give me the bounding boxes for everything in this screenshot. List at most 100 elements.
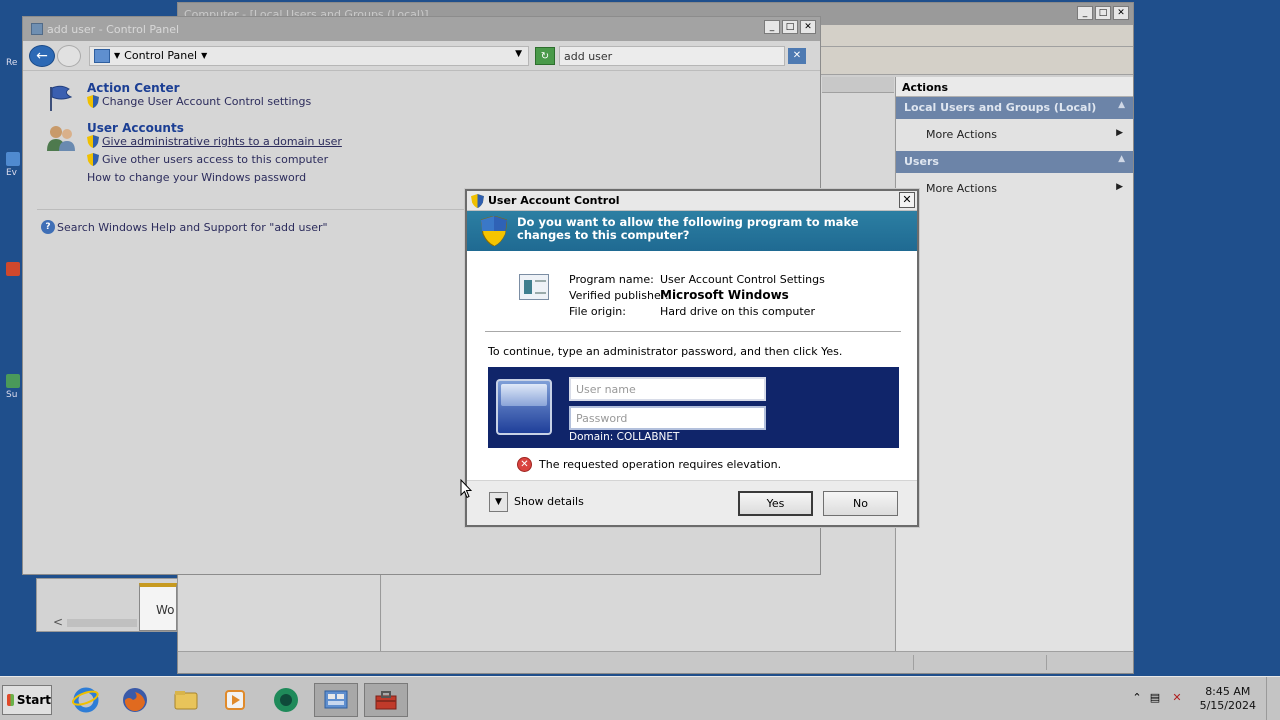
user-accounts-heading[interactable]: User Accounts [87, 121, 184, 135]
notification-area: ⌃ ▤ ✕ 8:45 AM 5/15/2024 [1130, 677, 1280, 720]
show-details-toggle[interactable]: ▼ [489, 492, 508, 512]
document-thumbnail[interactable]: Wo [139, 583, 177, 631]
link-label: Give other users access to this computer [102, 153, 329, 166]
start-label: Start [16, 693, 51, 707]
minimize-button[interactable]: _ [764, 20, 780, 34]
taskbar-app-ie[interactable] [64, 683, 108, 717]
uac-shield-icon [87, 95, 99, 108]
section-label: Local Users and Groups (Local) [904, 101, 1097, 114]
maximize-button[interactable]: □ [782, 20, 798, 34]
taskbar-app-green[interactable] [264, 683, 308, 717]
link-label: How to change your Windows password [87, 171, 307, 184]
collapse-icon: ▲ [1118, 100, 1125, 110]
start-button[interactable]: Start [2, 685, 52, 715]
horizontal-scrollbar[interactable] [67, 619, 137, 627]
publisher-value: Microsoft Windows [660, 288, 789, 302]
close-button[interactable]: ✕ [899, 192, 915, 208]
search-help-link[interactable]: ? Search Windows Help and Support for "a… [41, 220, 328, 234]
clear-search-icon[interactable]: ✕ [788, 47, 806, 64]
username-field[interactable] [569, 377, 766, 401]
firefox-icon [123, 688, 147, 712]
actions-section-users[interactable]: Users ▲ [896, 151, 1133, 173]
chevron-right-icon: ▶ [1116, 182, 1123, 192]
result-group-action-center: Action Center Change User Account Contro… [41, 81, 820, 121]
link-label: Change User Account Control settings [102, 95, 312, 108]
toolbox-icon [375, 691, 397, 710]
windows-flag-icon [7, 694, 14, 706]
control-panel-icon [324, 690, 348, 709]
event-viewer-icon [6, 152, 20, 166]
background-window[interactable]: < Wo [36, 578, 178, 632]
give-admin-rights-link[interactable]: Give administrative rights to a domain u… [87, 135, 342, 148]
help-icon: ? [41, 220, 55, 234]
address-dropdown-icon[interactable]: ▼ [515, 49, 522, 59]
scroll-left-icon[interactable]: < [53, 615, 63, 629]
uac-dialog[interactable]: User Account Control ✕ Do you want to al… [465, 189, 919, 527]
control-panel-icon [31, 23, 43, 35]
uac-shield-icon [471, 193, 484, 208]
link-label: Give administrative rights to a domain u… [102, 135, 342, 148]
taskbar-app-toolbox[interactable] [364, 683, 408, 717]
show-desktop-button[interactable] [1266, 677, 1280, 720]
credential-tile-panel: Domain: COLLABNET [488, 367, 899, 448]
give-other-users-access-link[interactable]: Give other users access to this computer [87, 153, 328, 166]
action-center-flag-icon [50, 85, 73, 111]
program-info: Program name: User Account Control Setti… [467, 251, 917, 333]
close-button[interactable]: ✕ [1113, 6, 1129, 20]
no-button[interactable]: No [823, 491, 898, 516]
actions-section-local-users[interactable]: Local Users and Groups (Local) ▲ [896, 97, 1133, 119]
network-icon[interactable]: ▤ [1148, 691, 1162, 705]
file-origin-value: Hard drive on this computer [660, 305, 815, 318]
cp-title-bar[interactable]: add user - Control Panel _ □ ✕ [23, 17, 820, 41]
taskbar-app-firefox[interactable] [113, 683, 157, 717]
taskbar-app-control-panel[interactable] [314, 683, 358, 717]
change-password-help-link[interactable]: How to change your Windows password [87, 171, 306, 184]
taskbar-app-explorer[interactable] [164, 683, 208, 717]
maximize-button[interactable]: □ [1095, 6, 1111, 20]
refresh-button[interactable]: ↻ [535, 46, 555, 65]
address-bar[interactable]: ▼ Control Panel ▼ ▼ [89, 45, 529, 66]
error-icon: ✕ [517, 457, 532, 472]
forward-button[interactable] [57, 44, 81, 67]
minimize-button[interactable]: _ [1077, 6, 1093, 20]
app-icon [6, 262, 20, 276]
uac-shield-icon [87, 135, 99, 148]
internet-explorer-icon [72, 687, 99, 713]
status-bar [178, 651, 1133, 673]
uac-footer: ▼ Show details Yes No [467, 480, 917, 525]
breadcrumb-control-panel[interactable]: Control Panel [124, 49, 197, 62]
breadcrumb-arrow-icon[interactable]: ▼ [114, 51, 120, 60]
explorer-folder-icon [174, 691, 198, 710]
address-bar-row: ← ▼ Control Panel ▼ ▼ ↻ add user ✕ [23, 41, 820, 71]
section-label: Users [904, 155, 939, 168]
elevation-error: ✕ The requested operation requires eleva… [517, 457, 781, 472]
volume-muted-icon[interactable]: ✕ [1170, 691, 1184, 705]
actions-header: Actions [896, 77, 1133, 97]
cp-title: add user - Control Panel [47, 22, 180, 36]
program-name-value: User Account Control Settings [660, 273, 825, 286]
uac-question: Do you want to allow the following progr… [517, 215, 859, 242]
breadcrumb-arrow-icon[interactable]: ▼ [201, 51, 207, 60]
action-center-heading[interactable]: Action Center [87, 81, 180, 95]
search-input[interactable]: add user ✕ [559, 45, 806, 66]
yes-button[interactable]: Yes [738, 491, 813, 516]
show-hidden-icons-icon[interactable]: ⌃ [1130, 691, 1144, 705]
show-details-label[interactable]: Show details [514, 495, 584, 508]
error-message: The requested operation requires elevati… [539, 458, 782, 471]
more-actions-item[interactable]: More Actions ▶ [896, 173, 1133, 205]
taskbar-app-media[interactable] [213, 683, 257, 717]
close-button[interactable]: ✕ [800, 20, 816, 34]
program-icon [519, 274, 549, 300]
user-tile-icon [496, 379, 552, 435]
more-actions-label: More Actions [926, 182, 997, 195]
back-button[interactable]: ← [29, 44, 55, 67]
media-player-icon [225, 690, 245, 710]
change-uac-settings-link[interactable]: Change User Account Control settings [87, 95, 311, 108]
clock[interactable]: 8:45 AM 5/15/2024 [1200, 685, 1256, 713]
program-name-label: Program name: [569, 273, 654, 286]
more-actions-item[interactable]: More Actions ▶ [896, 119, 1133, 151]
password-field[interactable] [569, 406, 766, 430]
clock-time: 8:45 AM [1205, 685, 1251, 698]
uac-title-bar[interactable]: User Account Control ✕ [467, 191, 917, 211]
uac-shield-icon [87, 153, 99, 166]
